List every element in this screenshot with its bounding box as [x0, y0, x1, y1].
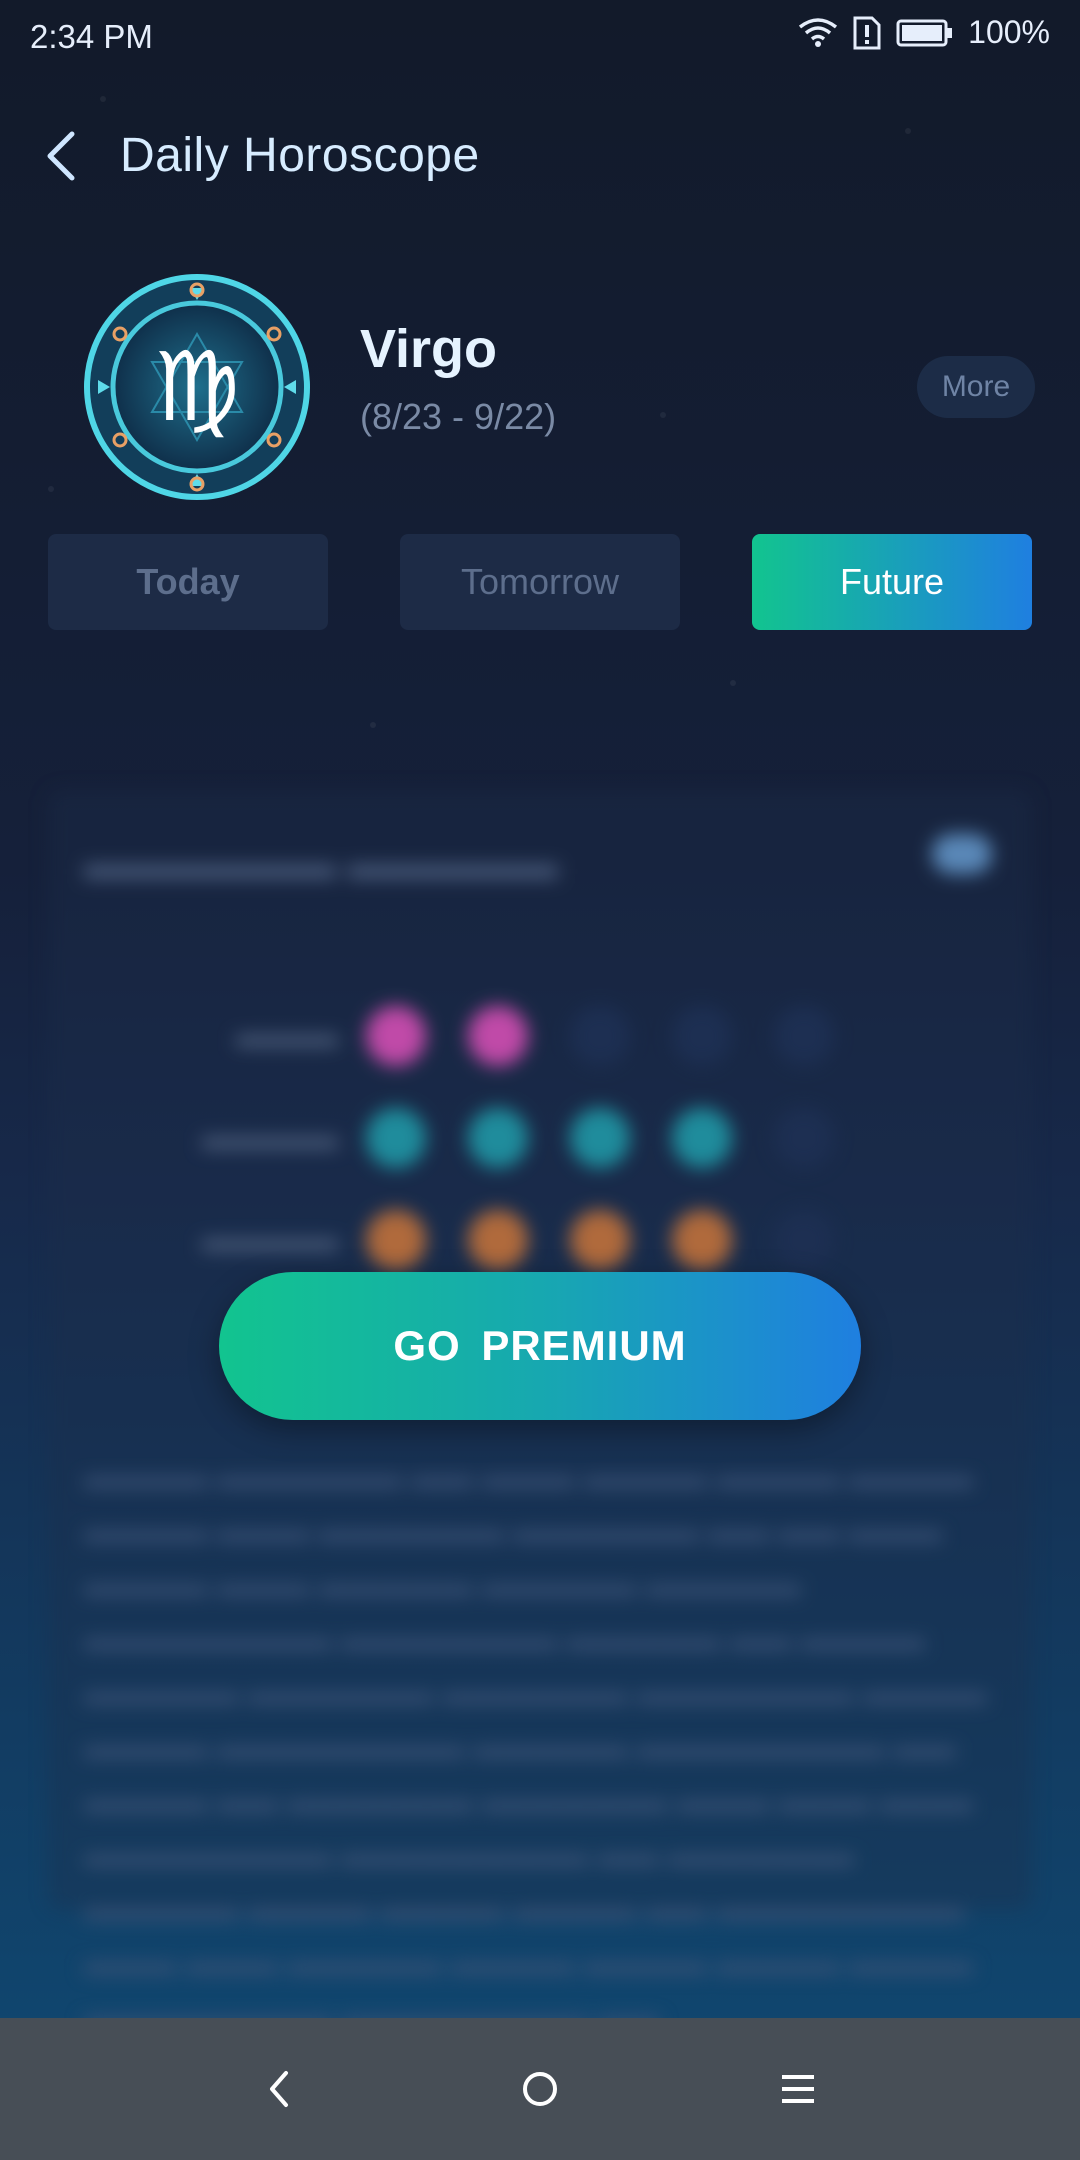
drop-icon — [468, 1108, 528, 1168]
drop-icon — [774, 1108, 834, 1168]
rating-row: ▬▬▬▬ — [48, 1104, 1032, 1174]
nav-menu-button[interactable] — [763, 2054, 833, 2124]
page-title: Daily Horoscope — [120, 129, 480, 182]
alert-icon — [853, 16, 881, 49]
nav-home-button[interactable] — [505, 2054, 575, 2124]
rating-row: ▬▬▬▬ — [48, 1206, 1032, 1276]
sign-dates: (8/23 - 9/22) — [360, 396, 557, 437]
drop-icon — [672, 1108, 732, 1168]
cloud-icon — [932, 834, 992, 874]
money-bag-icon — [366, 1210, 426, 1270]
rating-label-placeholder: ▬▬▬ — [236, 1016, 338, 1054]
heart-icon — [774, 1006, 834, 1066]
status-icons: 100% — [798, 14, 1050, 51]
rating-label-placeholder: ▬▬▬▬ — [202, 1220, 338, 1258]
go-premium-button[interactable]: GO PREMIUM — [219, 1272, 861, 1420]
rating-label-placeholder: ▬▬▬▬ — [202, 1118, 338, 1156]
system-nav-bar — [0, 2018, 1080, 2160]
rating-row: ▬▬▬ — [48, 1002, 1032, 1072]
card-title-placeholder: ▬▬▬▬▬▬ ▬▬▬▬▬ — [84, 840, 558, 887]
heart-icon — [672, 1006, 732, 1066]
battery-percent: 100% — [968, 14, 1050, 50]
heart-icon — [366, 1006, 426, 1066]
tab-today[interactable]: Today — [48, 534, 328, 630]
money-bag-icon — [468, 1210, 528, 1270]
money-bag-icon — [570, 1210, 630, 1270]
nav-back-button[interactable] — [245, 2054, 315, 2124]
drop-icon — [570, 1108, 630, 1168]
more-button[interactable]: More — [917, 356, 1035, 418]
tab-tomorrow[interactable]: Tomorrow — [400, 534, 680, 630]
nav-back-icon — [270, 2071, 288, 2107]
svg-text:♍: ♍ — [154, 331, 240, 443]
app-header: Daily Horoscope — [0, 110, 1080, 200]
wifi-icon — [799, 17, 838, 47]
money-bag-icon — [672, 1210, 732, 1270]
back-button[interactable] — [36, 128, 92, 184]
money-bag-icon — [774, 1210, 834, 1270]
tab-future[interactable]: Future — [752, 534, 1032, 630]
heart-icon — [570, 1006, 630, 1066]
drop-icon — [366, 1108, 426, 1168]
blurred-text-placeholder: ▬▬▬▬ ▬▬▬▬▬▬ ▬▬ ▬▬▬ ▬▬▬▬ ▬▬▬▬ ▬▬▬▬ ▬▬▬▬ ▬… — [84, 1459, 987, 2034]
battery-icon — [896, 19, 953, 46]
nav-menu-icon — [782, 2075, 814, 2103]
heart-icon — [468, 1006, 528, 1066]
sign-name: Virgo — [360, 319, 498, 379]
back-arrow-icon — [47, 131, 75, 181]
nav-home-icon — [523, 2072, 557, 2106]
virgo-zodiac-icon: ♍ — [82, 272, 312, 502]
status-time: 2:34 PM — [30, 18, 153, 55]
status-bar: 2:34 PM 100% — [0, 0, 1080, 72]
